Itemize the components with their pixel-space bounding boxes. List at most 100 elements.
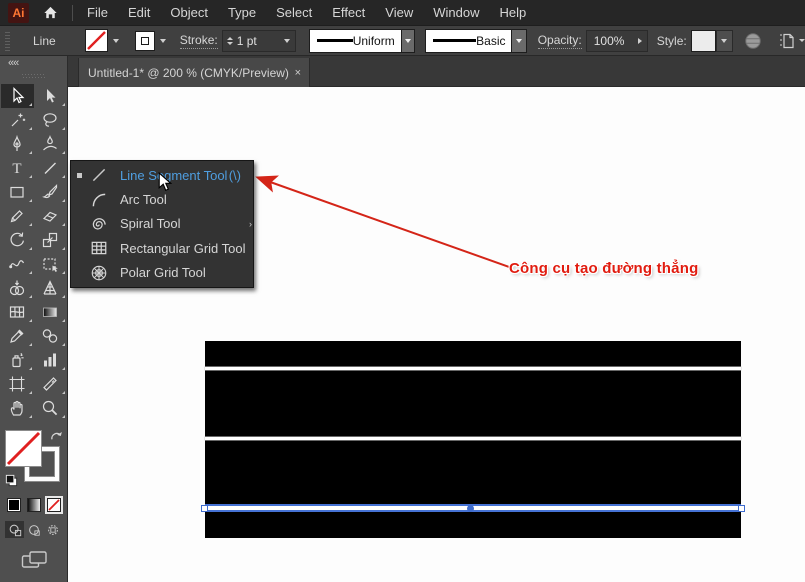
stroke-swatch-chevron-icon[interactable] (155, 30, 171, 52)
menu-item-help[interactable]: Help (489, 0, 536, 25)
menu-item-type[interactable]: Type (218, 0, 266, 25)
menu-item-effect[interactable]: Effect (322, 0, 375, 25)
menu-item-select[interactable]: Select (266, 0, 322, 25)
draw-inside-icon[interactable] (43, 521, 62, 538)
flyout-corner-indicator (29, 391, 32, 394)
selection-center-anchor[interactable] (467, 505, 474, 512)
tab-close-icon[interactable]: × (295, 67, 301, 79)
mesh-tool[interactable] (1, 300, 34, 324)
artboard-tool[interactable] (1, 372, 34, 396)
gradient-button[interactable] (27, 498, 41, 512)
none-button[interactable] (47, 498, 61, 512)
opacity-expand-icon[interactable] (633, 30, 647, 52)
zoom-tool[interactable] (34, 396, 67, 420)
gradient-tool[interactable] (34, 300, 67, 324)
document-setup-icon[interactable] (744, 32, 762, 50)
svg-text:T: T (12, 161, 21, 177)
free-transform-tool[interactable] (34, 252, 67, 276)
color-button[interactable] (7, 498, 21, 512)
home-icon[interactable] (42, 4, 59, 21)
style-chevron-icon[interactable] (716, 30, 733, 52)
flyout-corner-indicator (62, 295, 65, 298)
default-fill-stroke-icon[interactable] (4, 473, 19, 493)
fill-color-swatch[interactable] (85, 29, 108, 52)
style-swatch[interactable] (691, 30, 716, 52)
scale-tool[interactable] (34, 228, 67, 252)
width-profile-chevron-icon[interactable] (401, 30, 414, 52)
curvature-tool[interactable] (34, 132, 67, 156)
control-bar-grip[interactable] (5, 31, 10, 51)
menu-item-file[interactable]: File (77, 0, 118, 25)
selection-tool[interactable] (1, 84, 34, 108)
eyedropper-tool[interactable] (1, 324, 34, 348)
perspective-grid-tool[interactable] (34, 276, 67, 300)
paintbrush-tool[interactable] (34, 180, 67, 204)
style-label: Style: (657, 34, 687, 48)
flyout-corner-indicator (29, 367, 32, 370)
selection-handle-left[interactable] (201, 505, 208, 512)
toolbar-grip[interactable] (22, 74, 46, 78)
slice-tool[interactable] (34, 372, 67, 396)
menu-item-window[interactable]: Window (423, 0, 489, 25)
rotate-tool[interactable] (1, 228, 34, 252)
fill-swatch-chevron-icon[interactable] (108, 30, 124, 52)
change-screen-mode-icon[interactable] (21, 550, 68, 576)
magic-wand-tool[interactable] (1, 108, 34, 132)
draw-mode-buttons (5, 521, 68, 538)
stroke-weight-stepper[interactable] (223, 37, 237, 45)
menu-item-edit[interactable]: Edit (118, 0, 160, 25)
control-bar: Line Stroke: 1 pt Uniform Basic Opacity:… (0, 25, 805, 56)
column-graph-tool[interactable] (34, 348, 67, 372)
app-logo-icon[interactable]: Ai (8, 3, 29, 23)
flyout-corner-indicator (62, 199, 65, 202)
swap-fill-stroke-icon[interactable] (50, 430, 63, 448)
opacity-label[interactable]: Opacity: (538, 33, 582, 49)
pen-tool[interactable] (1, 132, 34, 156)
draw-normal-icon[interactable] (5, 521, 24, 538)
selection-handle-right[interactable] (738, 505, 745, 512)
width-profile-value: Uniform (353, 34, 395, 48)
hand-tool[interactable] (1, 396, 34, 420)
symbol-sprayer-tool[interactable] (1, 348, 34, 372)
flyout-corner-indicator (29, 175, 32, 178)
new-document-icon[interactable] (777, 31, 805, 51)
stroke-weight-chevron-icon[interactable] (279, 30, 295, 52)
white-line-artwork[interactable] (205, 437, 741, 440)
flyout-item-spiral-tool[interactable]: Spiral Tool (71, 212, 253, 236)
rectangle-tool[interactable] (1, 180, 34, 204)
flyout-tearoff-icon[interactable]: › (249, 219, 252, 229)
pencil-tool[interactable] (1, 204, 34, 228)
stroke-weight-value[interactable]: 1 pt (237, 34, 257, 48)
draw-behind-icon[interactable] (24, 521, 43, 538)
brush-chevron-icon[interactable] (511, 30, 525, 52)
type-tool[interactable]: T (1, 156, 34, 180)
brush-definition-dropdown[interactable]: Basic (425, 29, 527, 53)
white-line-artwork[interactable] (205, 367, 741, 370)
flyout-item-rectangular-grid-tool[interactable]: Rectangular Grid Tool (71, 236, 253, 260)
width-profile-dropdown[interactable]: Uniform (309, 29, 415, 53)
stroke-color-swatch[interactable] (135, 31, 155, 51)
flyout-item-label: Spiral Tool (120, 216, 180, 231)
flyout-item-polar-grid-tool[interactable]: Polar Grid Tool (71, 261, 253, 285)
blend-tool[interactable] (34, 324, 67, 348)
stroke-weight-label[interactable]: Stroke: (180, 33, 218, 49)
collapse-toolbar-icon[interactable]: «« (0, 56, 67, 69)
stroke-weight-field[interactable]: 1 pt (222, 30, 296, 52)
fill-indicator-swatch[interactable] (5, 430, 42, 467)
menu-item-view[interactable]: View (375, 0, 423, 25)
paint-style-buttons (7, 498, 68, 512)
menu-item-object[interactable]: Object (160, 0, 218, 25)
shape-builder-tool[interactable] (1, 276, 34, 300)
line-segment-tool[interactable] (34, 156, 67, 180)
flyout-item-arc-tool[interactable]: Arc Tool (71, 187, 253, 211)
flyout-item-line-segment-tool[interactable]: Line Segment Tool(\) (71, 163, 253, 187)
lasso-tool[interactable] (34, 108, 67, 132)
opacity-field[interactable]: 100% (586, 30, 648, 52)
direct-selection-tool[interactable] (34, 84, 67, 108)
fly-spiral-icon (87, 215, 111, 233)
fly-line-icon (87, 166, 111, 184)
document-tab[interactable]: Untitled-1* @ 200 % (CMYK/Preview) × (78, 58, 310, 87)
width-tool[interactable] (1, 252, 34, 276)
eraser-tool[interactable] (34, 204, 67, 228)
opacity-value[interactable]: 100% (594, 34, 625, 48)
